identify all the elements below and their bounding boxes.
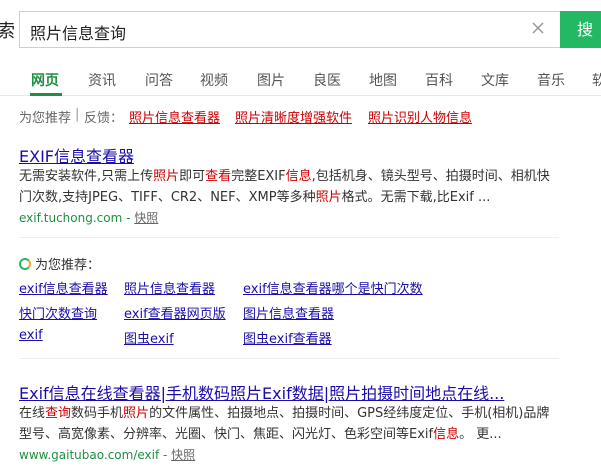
recommend-separator: | <box>75 107 80 122</box>
snippet-text: 型号、高宽像素、分辨率、光圈、快门、焦距、闪光灯、色彩空间等Exif <box>19 427 434 442</box>
snippet-text: 格式。无需下载,比Exif ... <box>341 190 491 205</box>
tab-baike[interactable]: 百科 <box>425 70 453 90</box>
nav-tabs: 网页 资讯 问答 视频 图片 良医 地图 百科 文库 音乐 软 <box>0 60 601 96</box>
snippet-text: 的文件属性、拍摄地点、拍摄时间、GPS经纬度定位、手机(相机)品牌 <box>149 406 550 421</box>
divider <box>19 237 559 238</box>
related-link[interactable]: 照片信息查看器 <box>124 278 215 297</box>
result-snippet: 无需安装软件,只需上传照片即可查看完整EXIF信息,包括机身、镜头型号、拍摄时间… <box>19 166 579 208</box>
snippet-text: 完整EXIF <box>231 169 286 184</box>
snippet-highlight: 照片 <box>153 169 180 184</box>
tab-software[interactable]: 软 <box>592 70 601 90</box>
tab-news[interactable]: 资讯 <box>88 70 116 90</box>
result-title-link[interactable]: EXIF信息查看器 <box>19 143 134 167</box>
snippet-highlight: 信息 <box>285 169 312 184</box>
snippet-line: 型号、高宽像素、分辨率、光圈、快门、焦距、闪光灯、色彩空间等Exif信息。 更.… <box>19 424 589 445</box>
tab-music[interactable]: 音乐 <box>537 70 565 90</box>
related-link[interactable]: exif信息查看器 <box>19 278 108 297</box>
tab-images[interactable]: 图片 <box>257 70 285 90</box>
url-separator: - <box>122 211 135 225</box>
snippet-text: 门次数,支持JPEG、TIFF、CR2、NEF、XMP等多种 <box>19 190 316 205</box>
snippet-text: 在线 <box>19 406 46 421</box>
snippet-highlight: 照片 <box>123 406 150 421</box>
related-link[interactable]: 快门次数查询 <box>19 303 97 322</box>
snippet-highlight: 照片 <box>315 190 342 205</box>
clear-icon[interactable] <box>528 18 548 38</box>
snippet-text: 无需安装软件,只需上传 <box>19 169 154 184</box>
recommend-label: 为您推荐 <box>19 111 72 126</box>
result-url: www.gaitubao.com/exif - 快照 <box>19 446 195 463</box>
snapshot-link[interactable]: 快照 <box>134 211 158 225</box>
tab-video[interactable]: 视频 <box>200 70 228 90</box>
search-button[interactable]: 搜 <box>560 11 601 48</box>
result-url-text: www.gaitubao.com/exif <box>19 448 160 462</box>
result-url: exif.tuchong.com - 快照 <box>19 209 158 226</box>
related-link[interactable]: exif信息查看器哪个是快门次数 <box>243 278 423 297</box>
tab-map[interactable]: 地图 <box>369 70 397 90</box>
divider <box>19 358 559 359</box>
related-link[interactable]: 图虫exif <box>124 328 174 347</box>
snippet-text: ,包括机身、镜头型号、拍摄时间、相机快 <box>311 169 550 184</box>
recommend-link[interactable]: 照片清晰度增强软件 <box>235 107 352 126</box>
logo-fragment[interactable]: 索 <box>0 17 15 43</box>
snippet-line: 在线查询数码手机照片的文件属性、拍摄地点、拍摄时间、GPS经纬度定位、手机(相机… <box>19 403 589 424</box>
snippet-text: 。 更... <box>459 427 502 442</box>
snippet-highlight: 信息 <box>433 427 460 442</box>
recommend-link[interactable]: 照片信息查看器 <box>129 107 220 126</box>
search-header: 索 照片信息查询 搜 <box>0 0 601 60</box>
related-heading-text: 为您推荐： <box>35 258 101 273</box>
related-link[interactable]: 图片信息查看器 <box>243 303 334 322</box>
result-title-link[interactable]: Exif信息在线查看器|手机数码照片Exif数据|照片拍摄时间地点在线... <box>19 380 504 404</box>
result-snippet: 在线查询数码手机照片的文件属性、拍摄地点、拍摄时间、GPS经纬度定位、手机(相机… <box>19 403 589 445</box>
related-link[interactable]: exif查看器网页版 <box>124 303 226 322</box>
snippet-highlight: 查看 <box>205 169 232 184</box>
recommend-icon <box>19 258 31 270</box>
search-query-text[interactable]: 照片信息查询 <box>30 20 126 44</box>
search-input[interactable]: 照片信息查询 <box>19 11 560 48</box>
snippet-line: 无需安装软件,只需上传照片即可查看完整EXIF信息,包括机身、镜头型号、拍摄时间… <box>19 166 579 187</box>
tab-wenku[interactable]: 文库 <box>481 70 509 90</box>
snippet-highlight: 查询 <box>45 406 72 421</box>
active-tab-indicator <box>30 93 62 96</box>
snippet-text: 即可 <box>179 169 206 184</box>
url-separator: - <box>159 448 172 462</box>
related-heading: 为您推荐： <box>19 254 100 273</box>
snippet-text: 数码手机 <box>71 406 124 421</box>
related-link[interactable]: exif <box>19 328 43 343</box>
recommend-link[interactable]: 照片识别人物信息 <box>368 107 472 126</box>
related-link[interactable]: 图虫exif查看器 <box>243 328 332 347</box>
tab-qa[interactable]: 问答 <box>145 70 173 90</box>
feedback-link[interactable]: 反馈： <box>84 107 123 126</box>
tab-web[interactable]: 网页 <box>31 70 59 90</box>
snapshot-link[interactable]: 快照 <box>171 448 195 462</box>
result-url-text: exif.tuchong.com <box>19 211 123 225</box>
tab-doctor[interactable]: 良医 <box>313 70 341 90</box>
snippet-line: 门次数,支持JPEG、TIFF、CR2、NEF、XMP等多种照片格式。无需下载,… <box>19 187 579 208</box>
